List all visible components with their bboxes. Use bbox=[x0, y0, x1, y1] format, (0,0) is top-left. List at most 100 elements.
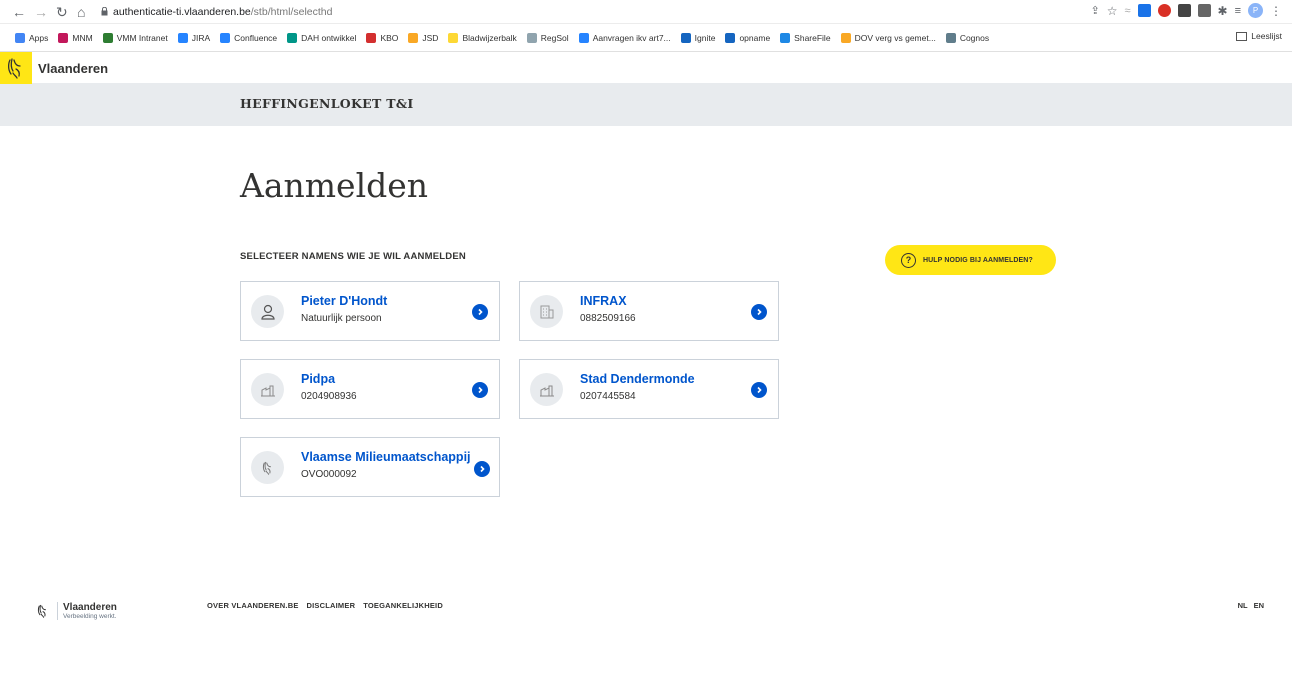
account-card-vmm[interactable]: Vlaamse Milieumaatschappij OVO000092 bbox=[240, 437, 500, 497]
rss-icon[interactable]: ≈ bbox=[1124, 5, 1130, 17]
language-switcher: NL EN bbox=[1238, 601, 1264, 610]
bookmark-item[interactable]: JSD bbox=[408, 32, 439, 43]
chevron-right-icon bbox=[472, 382, 488, 398]
bookmarks-bar: Apps MNM VMM Intranet JIRA Confluence DAH ont… bbox=[0, 24, 1292, 52]
extension-icon[interactable] bbox=[1157, 4, 1171, 17]
extension-icon[interactable] bbox=[1177, 4, 1191, 17]
bookmark-label: JIRA bbox=[191, 32, 211, 43]
vlaanderen-logo[interactable] bbox=[0, 52, 32, 84]
help-button-label: HULP NODIG BIJ AANMELDEN? bbox=[923, 256, 1033, 264]
card-name: Pieter D'Hondt bbox=[301, 294, 388, 308]
account-card-pidpa[interactable]: Pidpa 0204908936 bbox=[240, 359, 500, 419]
account-card-pieter[interactable]: Pieter D'Hondt Natuurlijk persoon bbox=[240, 281, 500, 341]
puzzle-icon[interactable]: ✱ bbox=[1218, 4, 1228, 18]
bookmark-label: DOV verg vs gemet... bbox=[854, 32, 936, 43]
bookmark-label: JSD bbox=[422, 32, 439, 43]
reading-list-label: Leeslijst bbox=[1251, 31, 1282, 41]
url-path: /stb/html/selecthd bbox=[250, 6, 333, 18]
bookmark-item[interactable]: MNM bbox=[58, 32, 93, 43]
bookmark-label: opname bbox=[739, 32, 771, 43]
footer-link-disclaimer[interactable]: DISCLAIMER bbox=[307, 601, 356, 610]
bookmark-label: RegSol bbox=[540, 32, 569, 43]
extension-icon[interactable] bbox=[1137, 4, 1151, 17]
chevron-right-icon bbox=[472, 304, 488, 320]
person-icon bbox=[251, 295, 284, 328]
bookmark-item[interactable]: KBO bbox=[366, 32, 399, 43]
extension-icon[interactable] bbox=[1197, 4, 1211, 17]
building-icon bbox=[530, 295, 563, 328]
bookmark-label: MNM bbox=[72, 32, 93, 43]
lock-icon bbox=[101, 7, 108, 16]
language-nl[interactable]: NL bbox=[1238, 601, 1248, 610]
question-icon: ? bbox=[901, 252, 916, 268]
bookmark-label: KBO bbox=[380, 32, 399, 43]
bookmark-item[interactable]: DOV verg vs gemet... bbox=[840, 32, 936, 43]
bookmark-item[interactable]: Ignite bbox=[680, 32, 716, 43]
bookmark-icon bbox=[725, 32, 736, 43]
bookmark-item[interactable]: Bladwijzerbalk bbox=[448, 32, 517, 43]
help-button[interactable]: ? HULP NODIG BIJ AANMELDEN? bbox=[885, 245, 1056, 275]
brand-title[interactable]: Vlaanderen bbox=[38, 61, 108, 76]
bookmark-icon bbox=[220, 32, 231, 43]
application-title: HEFFINGENLOKET T&I bbox=[240, 96, 414, 111]
account-card-stad-dendermonde[interactable]: Stad Dendermonde 0207445584 bbox=[519, 359, 779, 419]
card-name: INFRAX bbox=[580, 294, 627, 308]
bookmark-item[interactable]: VMM Intranet bbox=[102, 32, 168, 43]
forward-icon[interactable]: → bbox=[34, 4, 48, 20]
home-icon[interactable]: ⌂ bbox=[77, 4, 85, 20]
card-subtitle: OVO000092 bbox=[301, 469, 357, 480]
bookmark-item[interactable]: JIRA bbox=[177, 32, 211, 43]
bookmark-item[interactable]: ShareFile bbox=[780, 32, 831, 43]
menu-icon[interactable]: ⋮ bbox=[1270, 4, 1282, 18]
card-name: Pidpa bbox=[301, 372, 336, 386]
bookmark-icon bbox=[102, 32, 113, 43]
bookmark-item[interactable]: Apps bbox=[15, 32, 48, 43]
section-label: SELECTEER NAMENS WIE JE WIL AANMELDEN bbox=[240, 251, 466, 262]
bookmark-icon bbox=[448, 32, 459, 43]
share-icon[interactable]: ⇪ bbox=[1090, 4, 1099, 17]
bookmark-item[interactable]: opname bbox=[725, 32, 771, 43]
footer-links: OVER VLAANDEREN.BE DISCLAIMER TOEGANKELI… bbox=[207, 601, 443, 610]
bookmark-icon bbox=[680, 32, 691, 43]
bookmark-label: Confluence bbox=[234, 32, 278, 43]
vlaanderen-lion-icon bbox=[7, 58, 21, 79]
footer-link-over[interactable]: OVER VLAANDEREN.BE bbox=[207, 601, 299, 610]
chevron-right-icon bbox=[751, 382, 767, 398]
bookmark-item[interactable]: Cognos bbox=[945, 32, 990, 43]
footer-logo[interactable]: Vlaanderen Verbeelding werkt. bbox=[33, 600, 117, 622]
bookmark-icon bbox=[526, 32, 537, 43]
bookmark-item[interactable]: RegSol bbox=[526, 32, 569, 43]
browser-address-bar: ← → ↻ ⌂ authenticatie-ti.vlaanderen.be/s… bbox=[0, 0, 1292, 24]
bookmark-icon bbox=[840, 32, 851, 43]
factory-icon bbox=[530, 373, 563, 406]
bookmark-icon bbox=[15, 32, 25, 43]
footer-brand: Vlaanderen bbox=[63, 602, 117, 613]
reading-list-button[interactable]: Leeslijst bbox=[1236, 31, 1282, 41]
language-en[interactable]: EN bbox=[1254, 601, 1264, 610]
playlist-icon[interactable]: ≡ bbox=[1235, 5, 1241, 17]
account-card-infrax[interactable]: INFRAX 0882509166 bbox=[519, 281, 779, 341]
back-icon[interactable]: ← bbox=[12, 4, 26, 20]
footer-tagline: Verbeelding werkt. bbox=[63, 613, 117, 620]
bookmark-item[interactable]: DAH ontwikkel bbox=[287, 32, 356, 43]
reload-icon[interactable]: ↻ bbox=[56, 4, 68, 20]
bookmark-icon bbox=[945, 32, 956, 43]
bookmark-icon bbox=[780, 32, 791, 43]
extension-toolbar: ⇪ ☆ ≈ ✱ ≡ P ⋮ bbox=[1090, 3, 1282, 18]
profile-avatar[interactable]: P bbox=[1248, 3, 1263, 18]
card-subtitle: 0882509166 bbox=[580, 313, 636, 324]
bookmark-label: Bladwijzerbalk bbox=[462, 32, 517, 43]
chevron-right-icon bbox=[474, 461, 490, 477]
card-name: Stad Dendermonde bbox=[580, 372, 695, 386]
bookmark-icon bbox=[408, 32, 419, 43]
bookmark-label: VMM Intranet bbox=[116, 32, 168, 43]
bookmark-item[interactable]: Aanvragen ikv art7... bbox=[578, 32, 671, 43]
bookmark-label: Ignite bbox=[694, 32, 716, 43]
footer-link-toegankelijkheid[interactable]: TOEGANKELIJKHEID bbox=[363, 601, 443, 610]
bookmark-item[interactable]: Confluence bbox=[220, 32, 278, 43]
bookmark-icon bbox=[578, 32, 589, 43]
bookmark-label: Cognos bbox=[959, 32, 990, 43]
bookmark-icon bbox=[287, 32, 298, 43]
url-field[interactable]: authenticatie-ti.vlaanderen.be/stb/html/… bbox=[113, 6, 332, 18]
star-icon[interactable]: ☆ bbox=[1107, 4, 1118, 18]
